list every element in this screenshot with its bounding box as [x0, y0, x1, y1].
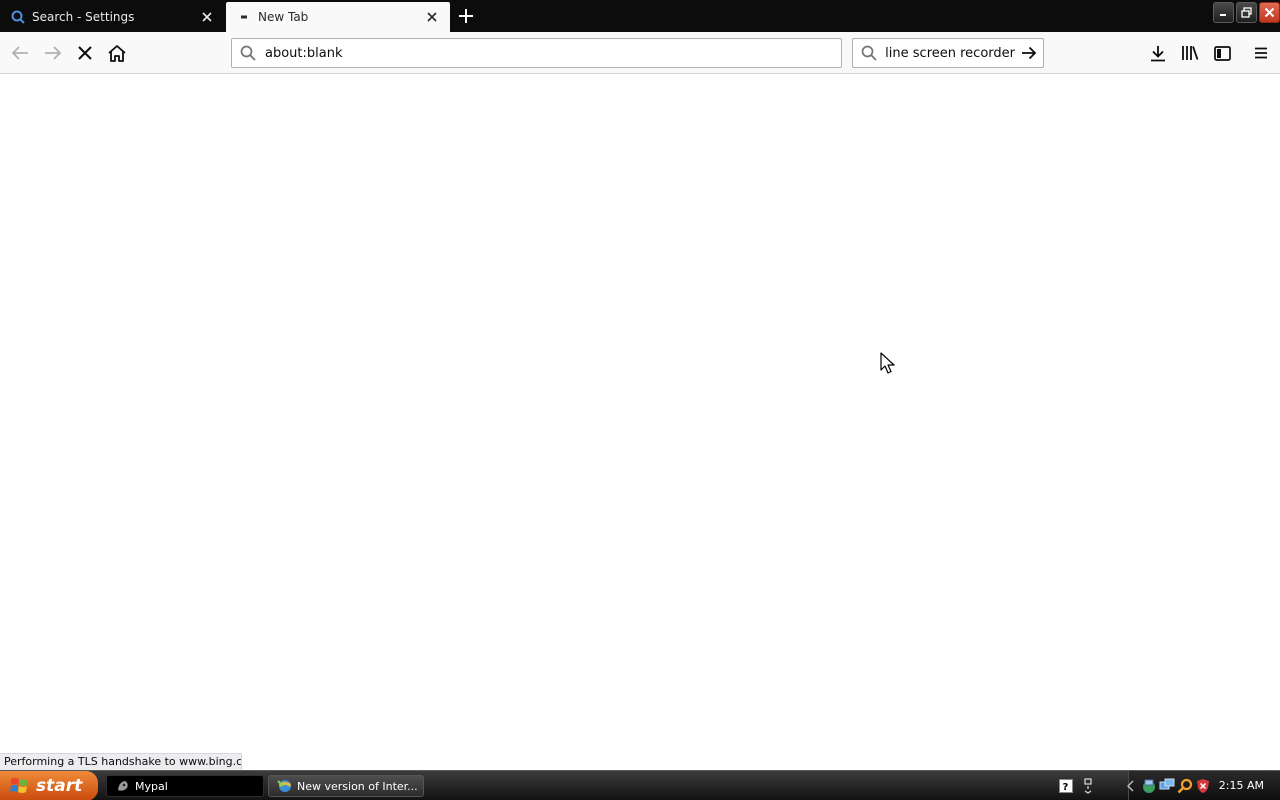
taskbar-item-mypal[interactable]: Mypal	[106, 775, 264, 797]
windows-logo-icon	[10, 778, 28, 793]
taskbar-item-label: Mypal	[135, 779, 168, 793]
navigation-toolbar: about:blank online screen recorder	[0, 32, 1280, 74]
search-go-button[interactable]	[1015, 39, 1043, 67]
taskbar-item-ie-update[interactable]: New version of Inter...	[268, 775, 424, 797]
loading-dash-icon	[236, 9, 252, 25]
page-content[interactable]	[0, 75, 1280, 770]
network-connection-icon[interactable]	[1141, 778, 1157, 794]
sidebar-icon	[1213, 45, 1231, 61]
minimize-icon	[1220, 14, 1226, 16]
search-magnifier-icon[interactable]	[1177, 778, 1193, 794]
taskbar: start Mypal New version of Inter... ? 2:…	[0, 770, 1280, 800]
minimize-button[interactable]	[1213, 2, 1234, 23]
forward-button[interactable]	[39, 39, 67, 67]
close-tab-icon[interactable]	[197, 7, 217, 27]
close-tab-icon[interactable]	[422, 7, 442, 27]
home-icon	[108, 44, 126, 62]
address-bar-value[interactable]: about:blank	[265, 46, 343, 61]
start-button[interactable]: start	[0, 771, 98, 800]
tab-label: New Tab	[258, 10, 309, 24]
tab-strip: Search - Settings New Tab	[0, 0, 1280, 32]
stop-button[interactable]	[71, 39, 99, 67]
mouse-pointer-icon	[880, 352, 895, 374]
tray-expand-chevron-icon[interactable]	[1123, 778, 1139, 794]
svg-text:?: ?	[1063, 782, 1069, 793]
stop-x-icon	[78, 46, 92, 60]
downloads-button[interactable]	[1144, 39, 1172, 67]
library-icon	[1182, 46, 1199, 60]
library-button[interactable]	[1176, 39, 1204, 67]
home-button[interactable]	[103, 39, 131, 67]
menu-button[interactable]	[1247, 39, 1275, 67]
help-icon[interactable]: ?	[1058, 778, 1074, 794]
hamburger-menu-icon	[1255, 47, 1267, 59]
status-panel: Performing a TLS handshake to www.bing.c…	[0, 753, 242, 771]
restore-button[interactable]	[1236, 2, 1257, 23]
tab-new-tab[interactable]: New Tab	[226, 2, 450, 32]
sidebar-toggle-button[interactable]	[1208, 39, 1236, 67]
network-icon[interactable]	[1080, 778, 1096, 794]
security-shield-icon[interactable]	[1195, 778, 1211, 794]
search-favicon-icon	[10, 9, 26, 25]
restore-icon	[1241, 7, 1252, 18]
mypal-app-icon	[115, 778, 131, 794]
display-icon[interactable]	[1159, 778, 1175, 794]
new-tab-button[interactable]	[454, 4, 478, 28]
tab-search-settings[interactable]: Search - Settings	[0, 2, 225, 32]
close-icon	[1264, 7, 1275, 18]
search-icon	[861, 45, 877, 61]
search-bar-value[interactable]: online screen recorder	[886, 46, 1015, 61]
tab-label: Search - Settings	[32, 10, 135, 24]
start-label: start	[36, 776, 83, 796]
address-bar[interactable]: about:blank	[231, 38, 842, 68]
window-controls	[1213, 2, 1280, 23]
back-button[interactable]	[6, 39, 34, 67]
search-bar[interactable]: online screen recorder	[852, 38, 1044, 68]
download-icon	[1151, 45, 1165, 61]
forward-arrow-icon	[45, 46, 62, 60]
arrow-right-icon	[1022, 46, 1037, 60]
plus-icon	[459, 9, 473, 23]
search-icon	[240, 45, 256, 61]
taskbar-item-label: New version of Inter...	[297, 779, 418, 793]
ie-update-icon	[277, 778, 293, 794]
back-arrow-icon	[11, 46, 28, 60]
close-window-button[interactable]	[1259, 2, 1280, 23]
system-tray: 2:15 AM	[1127, 771, 1280, 800]
clock: 2:15 AM	[1218, 779, 1264, 792]
screen: Search - Settings New Tab about:blank in…	[0, 0, 1280, 800]
